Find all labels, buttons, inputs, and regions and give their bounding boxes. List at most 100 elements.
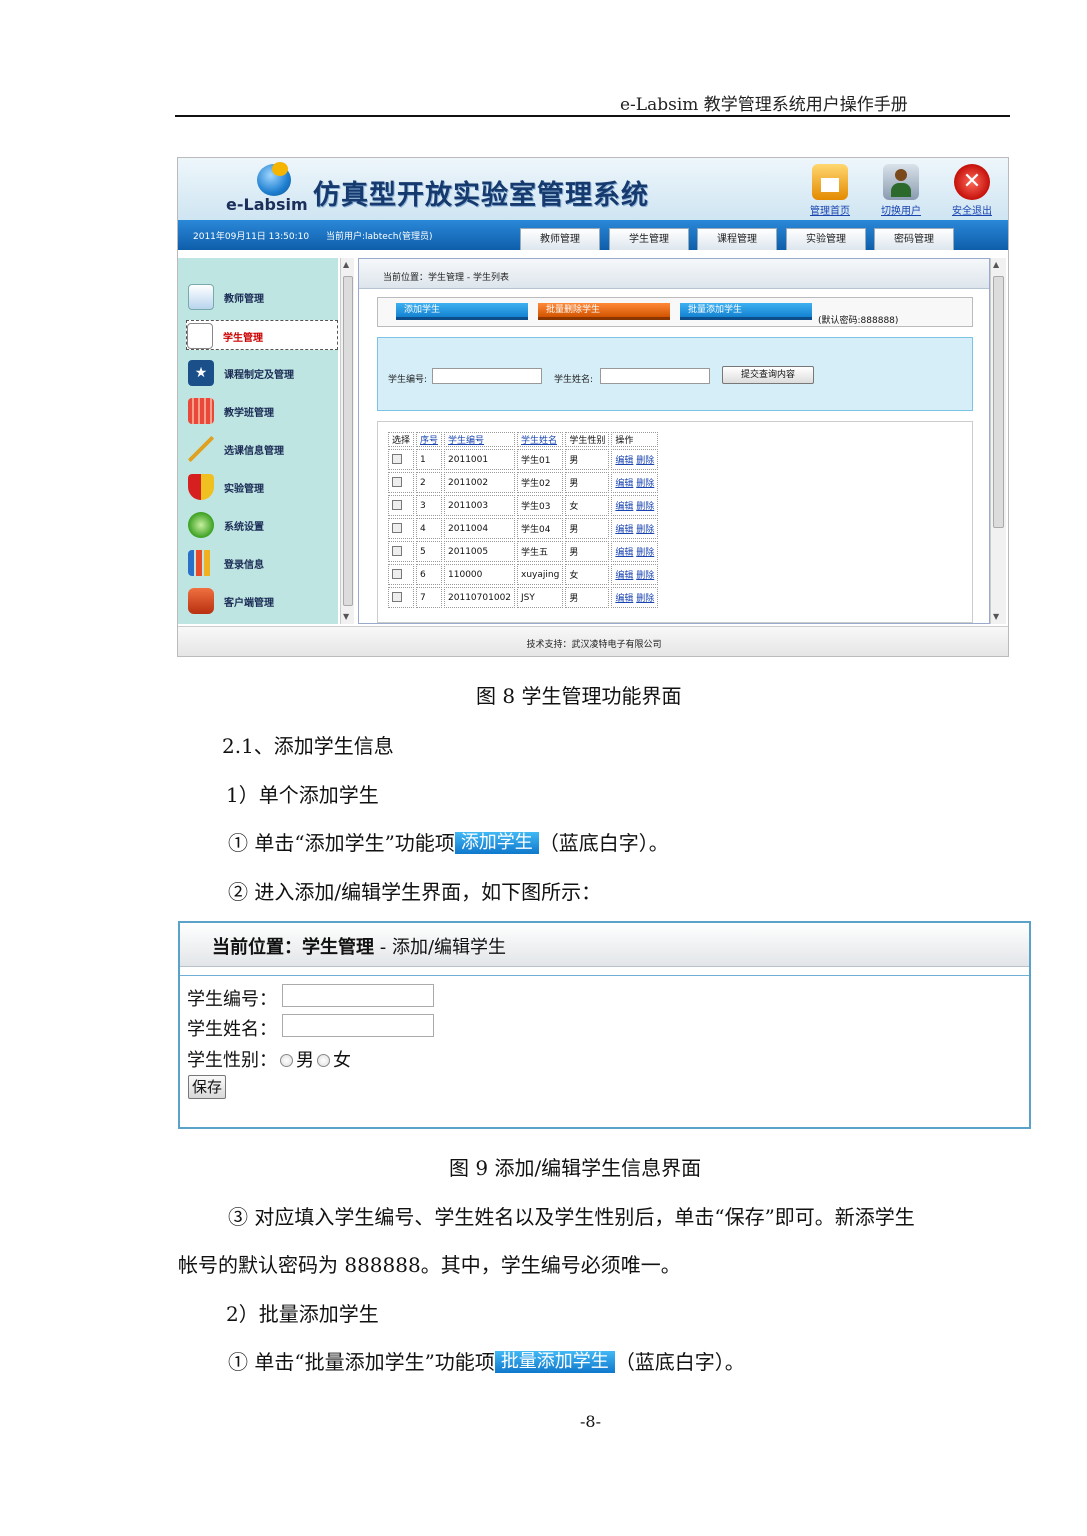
delete-link[interactable]: 删除	[636, 456, 654, 466]
edit-link[interactable]: 编辑	[615, 594, 633, 604]
batch-add-button[interactable]: 批量添加学生	[680, 303, 812, 320]
edit-link[interactable]: 编辑	[615, 548, 633, 558]
tab-student[interactable]: 学生管理	[609, 228, 689, 250]
tab-experiment[interactable]: 实验管理	[786, 228, 866, 250]
tab-password[interactable]: 密码管理	[874, 228, 954, 250]
sidebar-item-label: 系统设置	[224, 522, 264, 533]
row-checkbox[interactable]	[392, 477, 402, 488]
step-1-paragraph: ① 单击“添加学生”功能项 添加学生 （蓝底白字）。	[228, 827, 669, 856]
sidebar-item-settings[interactable]: 系统设置	[188, 510, 338, 540]
tab-teacher[interactable]: 教师管理	[520, 228, 600, 250]
sidebar-scrollbar[interactable]: ▲ ▼	[340, 258, 354, 624]
edit-link[interactable]: 编辑	[615, 456, 633, 466]
scroll-up-icon[interactable]: ▲	[993, 260, 999, 269]
student-name-input[interactable]	[600, 368, 710, 384]
delete-link[interactable]: 删除	[636, 502, 654, 512]
edit-link[interactable]: 编辑	[615, 479, 633, 489]
row-checkbox[interactable]	[392, 546, 402, 557]
delete-link[interactable]: 删除	[636, 571, 654, 581]
col-student-id[interactable]: 学生编号	[444, 432, 516, 447]
batch-step-suffix: （蓝底白字）。	[614, 1350, 745, 1374]
sidebar-item-label: 选课信息管理	[224, 446, 284, 457]
step-2-paragraph: ② 进入添加/编辑学生界面，如下图所示：	[228, 880, 602, 904]
star-book-icon: ★	[188, 360, 214, 386]
female-radio[interactable]	[317, 1054, 330, 1067]
save-button[interactable]: 保存	[188, 1075, 226, 1099]
delete-link[interactable]: 删除	[636, 594, 654, 604]
sidebar-item-class[interactable]: 教学班管理	[188, 396, 338, 426]
row-student-name: 学生五	[517, 541, 564, 562]
logout-button[interactable]: ✕ 安全退出	[943, 164, 1001, 217]
delete-link[interactable]: 删除	[636, 479, 654, 489]
form-breadcrumb-sub: - 添加/编辑学生	[374, 937, 507, 958]
row-index: 1	[416, 449, 443, 470]
scroll-down-icon[interactable]: ▼	[343, 612, 349, 621]
row-gender: 女	[565, 495, 610, 516]
row-index: 7	[416, 587, 443, 608]
sidebar-item-course[interactable]: ★ 课程制定及管理	[188, 358, 338, 388]
row-checkbox[interactable]	[392, 500, 402, 511]
row-checkbox[interactable]	[392, 454, 402, 465]
batch-step-text: ① 单击“批量添加学生”功能项	[228, 1350, 495, 1374]
content-scrollbar[interactable]: ▲ ▼	[990, 258, 1006, 624]
row-actions: 编辑 删除	[611, 472, 659, 493]
shield-icon	[188, 474, 214, 500]
batch-delete-button[interactable]: 批量删除学生	[538, 303, 670, 320]
running-header: e-Labsim 教学管理系统用户操作手册	[620, 95, 908, 115]
edit-link[interactable]: 编辑	[615, 525, 633, 535]
row-student-name: 学生01	[517, 449, 564, 470]
edit-link[interactable]: 编辑	[615, 571, 633, 581]
sidebar-item-login-info[interactable]: 登录信息	[188, 548, 338, 578]
sidebar-item-client[interactable]: 客户端管理	[188, 586, 338, 616]
scroll-up-icon[interactable]: ▲	[343, 260, 349, 269]
row-checkbox-cell[interactable]	[388, 449, 415, 470]
row-checkbox[interactable]	[392, 523, 402, 534]
sidebar-item-teacher[interactable]: 教师管理	[188, 282, 338, 312]
content-scroll-thumb[interactable]	[993, 276, 1004, 528]
sidebar-item-student[interactable]: 学生管理	[186, 320, 338, 350]
row-checkbox-cell[interactable]	[388, 541, 415, 562]
row-actions: 编辑 删除	[611, 495, 659, 516]
app-header: e-Labsim 仿真型开放实验室管理系统 管理首页 切换用户 ✕ 安全退出	[178, 158, 1008, 220]
student-name-field[interactable]	[282, 1014, 434, 1037]
add-student-button[interactable]: 添加学生	[396, 303, 528, 320]
row-student-id: 2011005	[444, 541, 516, 562]
home-icon	[812, 164, 848, 200]
male-radio[interactable]	[280, 1054, 293, 1067]
header-rule	[175, 115, 1010, 117]
row-index: 3	[416, 495, 443, 516]
col-index[interactable]: 序号	[416, 432, 443, 447]
step-3-line-1: ③ 对应填入学生编号、学生姓名以及学生性别后，单击“保存”即可。新添学生	[228, 1205, 915, 1229]
col-student-name[interactable]: 学生姓名	[517, 432, 564, 447]
row-index: 2	[416, 472, 443, 493]
table-row: 7 20110701002 JSY 男编辑 删除	[388, 587, 659, 608]
delete-link[interactable]: 删除	[636, 525, 654, 535]
action-bar: 添加学生 批量删除学生 批量添加学生 (默认密码:888888)	[377, 297, 973, 327]
sidebar-item-experiment[interactable]: 实验管理	[188, 472, 338, 502]
tab-course[interactable]: 课程管理	[697, 228, 777, 250]
close-icon: ✕	[954, 164, 990, 200]
row-checkbox-cell[interactable]	[388, 564, 415, 585]
logout-link[interactable]: 安全退出	[943, 202, 1001, 217]
student-name-label: 学生姓名:	[554, 375, 594, 385]
row-checkbox[interactable]	[392, 592, 402, 603]
row-checkbox-cell[interactable]	[388, 472, 415, 493]
row-checkbox-cell[interactable]	[388, 518, 415, 539]
home-link[interactable]: 管理首页	[801, 202, 859, 217]
sidebar-scroll-thumb[interactable]	[343, 276, 353, 606]
scroll-down-icon[interactable]: ▼	[993, 612, 999, 621]
row-checkbox-cell[interactable]	[388, 495, 415, 516]
submit-query-button[interactable]: 提交查询内容	[722, 366, 814, 384]
switch-user-button[interactable]: 切换用户	[872, 164, 930, 217]
row-checkbox[interactable]	[392, 569, 402, 580]
sidebar-item-selection[interactable]: 选课信息管理	[188, 434, 338, 464]
student-id-input[interactable]	[432, 368, 542, 384]
row-checkbox-cell[interactable]	[388, 587, 415, 608]
delete-link[interactable]: 删除	[636, 548, 654, 558]
switch-user-link[interactable]: 切换用户	[872, 202, 930, 217]
student-id-field[interactable]	[282, 984, 434, 1007]
edit-link[interactable]: 编辑	[615, 502, 633, 512]
row-student-id: 2011001	[444, 449, 516, 470]
app-footer: 技术支持：武汉凌特电子有限公司	[178, 626, 1008, 656]
home-button[interactable]: 管理首页	[801, 164, 859, 217]
